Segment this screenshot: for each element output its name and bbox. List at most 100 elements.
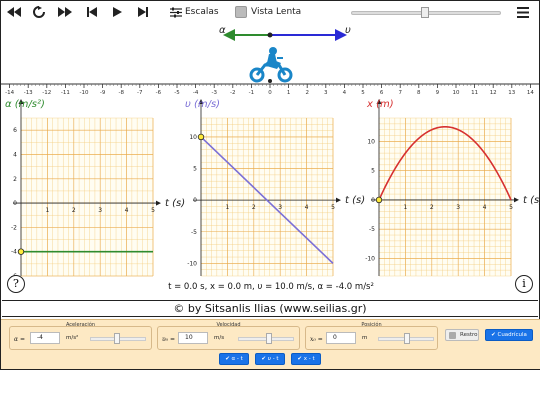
toggle-velocity-graph[interactable]: ✔ υ - t xyxy=(255,353,285,365)
accel-slider-thumb[interactable] xyxy=(114,333,120,344)
time-axis-label: t (s) xyxy=(345,195,365,206)
x-tick-label: 2 xyxy=(430,204,434,211)
graph-title: α (m/s²) xyxy=(5,99,45,110)
grid-toggle[interactable]: ✔ Cuadrícula xyxy=(485,329,533,341)
x-axis-arrowhead xyxy=(156,200,161,206)
current-point-marker xyxy=(375,196,383,204)
accel-graph: 123456420-2-4-6α (m/s²)t (s) xyxy=(5,99,185,280)
menu-icon xyxy=(517,6,529,18)
trace-label: Restro xyxy=(460,332,478,338)
y-tick-label: -4 xyxy=(11,249,17,256)
accel-symbol: α = xyxy=(14,336,25,343)
ruler-ticks: -14 -13 -12 -11 -10 -9 -8 -7 -6 -5 -4 -3 -2 -1 0 1 2 3 4 5 6… xyxy=(5,84,534,95)
reset-icon xyxy=(33,6,45,18)
velocity-input[interactable]: 10 xyxy=(178,332,208,344)
reset-button[interactable] xyxy=(33,5,45,19)
control-panel: Aceleración α = -4 m/s² Velocidad υ₀ = 1… xyxy=(1,319,540,369)
scales-icon xyxy=(170,7,182,17)
x-tick-label: 3 xyxy=(278,204,282,211)
x-axis-arrowhead xyxy=(514,197,519,203)
x-tick-label: 1 xyxy=(225,204,229,211)
position-graph: 1 2 3 4 5 10 5 0 -5 -10 x (m) t (s) xyxy=(365,99,539,277)
accel-input[interactable]: -4 xyxy=(30,332,60,344)
velocity-group-title: Velocidad xyxy=(216,322,241,328)
position-input[interactable]: 0 xyxy=(326,332,356,344)
y-tick-label: 10 xyxy=(189,134,197,141)
x-tick-label: 5 xyxy=(151,207,155,214)
accel-group-title: Aceleración xyxy=(65,322,96,328)
skip-back-icon xyxy=(87,7,97,17)
step-forward-icon xyxy=(138,7,148,17)
grid-label: Cuadrícula xyxy=(497,332,527,338)
position-unit: m xyxy=(362,335,368,341)
y-tick-label: 0 xyxy=(371,197,375,204)
velocity-slider-thumb[interactable] xyxy=(266,333,272,344)
y-tick-label: 0 xyxy=(13,200,17,207)
position-group-title: Posición xyxy=(361,322,382,328)
y-tick-label: 5 xyxy=(371,168,375,175)
y-tick-label: -10 xyxy=(187,260,197,267)
velocity-graph: 1 2 3 4 5 10 5 0 -5 -10 υ (m/s) t (s) xyxy=(185,99,365,277)
x-tick-label: 2 xyxy=(252,204,256,211)
rewind-icon xyxy=(7,7,21,17)
x-tick-label: 1 xyxy=(45,207,49,214)
position-slider-thumb[interactable] xyxy=(404,333,410,344)
y-tick-label: -10 xyxy=(365,255,375,262)
current-point-marker xyxy=(197,133,205,141)
slow-view-toggle[interactable]: Vista Lenta xyxy=(235,5,301,19)
speed-slider-thumb[interactable] xyxy=(421,7,429,18)
y-tick-label: 0 xyxy=(193,197,197,204)
simulation-app: Escalas Vista Lenta α υ -14 -13 -12 -11 … xyxy=(0,0,540,370)
x-axis-arrowhead xyxy=(336,197,341,203)
time-axis-label: t (s) xyxy=(165,198,185,209)
step-forward-button[interactable] xyxy=(138,5,148,19)
velocity-symbol: υ₀ = xyxy=(162,336,175,343)
y-tick-label: 5 xyxy=(193,166,197,173)
status-readout: t = 0.0 s, x = 0.0 m, υ = 10.0 m/s, α = … xyxy=(168,282,374,292)
velocity-control-group: Velocidad υ₀ = 10 m/s xyxy=(157,322,300,350)
graph-title: υ (m/s) xyxy=(185,99,220,110)
current-point-marker xyxy=(17,248,25,255)
skip-back-button[interactable] xyxy=(87,5,97,19)
slow-view-label: Vista Lenta xyxy=(251,7,302,17)
play-icon xyxy=(113,7,122,17)
y-tick-label: -2 xyxy=(11,224,17,231)
toggle-accel-graph[interactable]: ✔ α - t xyxy=(219,353,249,365)
vel-arrow-label: υ xyxy=(345,25,351,36)
toggle-position-graph[interactable]: ✔ x - t xyxy=(291,353,321,365)
position-symbol: x₀ = xyxy=(310,336,323,343)
rewind-button[interactable] xyxy=(7,5,21,19)
bike-position-marker xyxy=(268,79,272,83)
accel-arrow-label: α xyxy=(219,25,226,36)
x-tick-label: 5 xyxy=(331,204,335,211)
x-tick-label: 1 xyxy=(403,204,407,211)
x-tick-label: 4 xyxy=(483,204,487,211)
y-tick-label: -5 xyxy=(191,229,197,236)
x-tick-label: 2 xyxy=(72,207,76,214)
trace-toggle[interactable]: Restro xyxy=(445,329,479,341)
slow-view-checkbox[interactable] xyxy=(235,6,247,18)
credit-text: © by Sitsanlis Ilias (www.seilias.gr) xyxy=(2,300,538,317)
graphs-area: 123456420-2-4-6α (m/s²)t (s) 123451050-5… xyxy=(5,99,539,280)
y-tick-label: 10 xyxy=(367,138,375,145)
play-button[interactable] xyxy=(112,5,122,19)
time-axis-label: t (s) xyxy=(523,195,539,206)
toggle-position-label: x - t xyxy=(303,356,315,362)
x-tick-label: 4 xyxy=(125,207,129,214)
scales-toggle[interactable]: Escalas xyxy=(170,5,219,19)
menu-button[interactable] xyxy=(517,5,529,19)
accel-unit: m/s² xyxy=(66,335,79,341)
y-tick-label: 2 xyxy=(13,176,17,183)
x-tick-label: 5 xyxy=(509,204,513,211)
y-tick-label: 4 xyxy=(13,151,17,158)
x-tick-label: 3 xyxy=(456,204,460,211)
fast-forward-icon xyxy=(58,7,72,17)
toggle-velocity-label: υ - t xyxy=(267,356,279,362)
toggle-accel-label: α - t xyxy=(231,356,243,362)
y-tick-label: 6 xyxy=(13,127,17,134)
scales-label: Escalas xyxy=(185,7,219,17)
trace-checkbox[interactable] xyxy=(449,332,456,339)
motorcycle-icon xyxy=(249,47,293,83)
fast-forward-button[interactable] xyxy=(58,5,72,19)
x-tick-label: 3 xyxy=(98,207,102,214)
